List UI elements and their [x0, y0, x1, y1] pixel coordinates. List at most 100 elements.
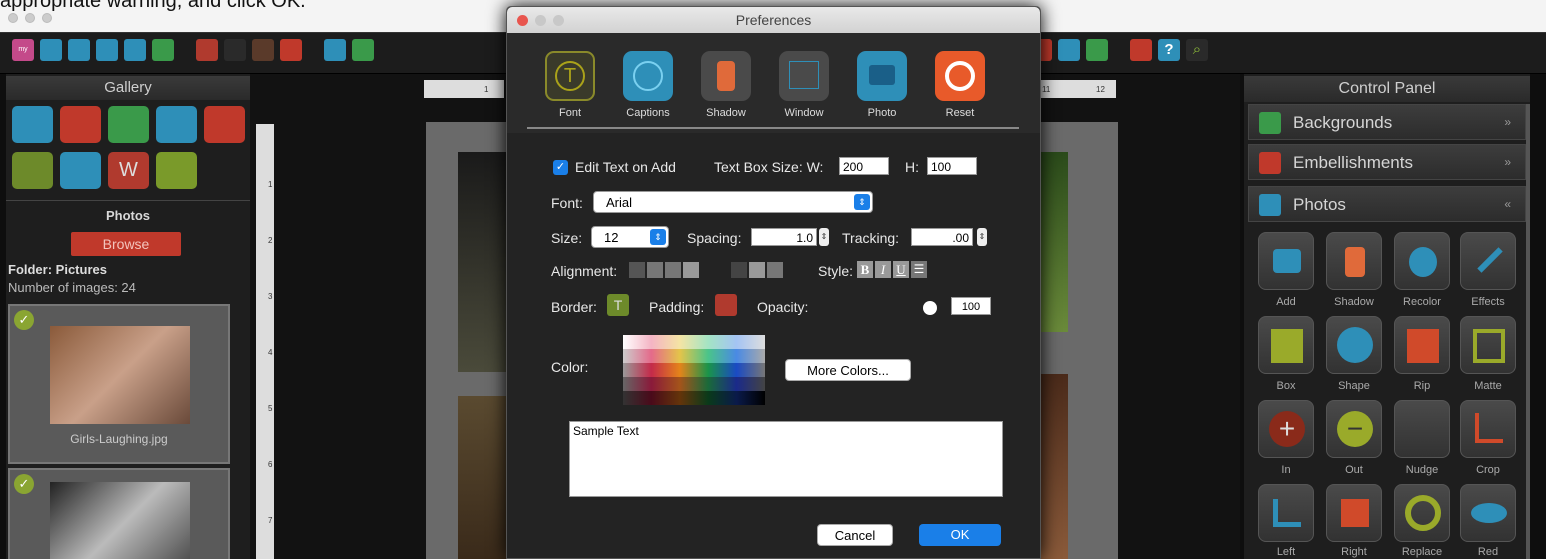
- collapse-icon[interactable]: «: [1504, 197, 1511, 211]
- red-eye-tool[interactable]: [1460, 484, 1516, 542]
- pages-icon[interactable]: [196, 39, 218, 61]
- zoom-out-tool[interactable]: −: [1326, 400, 1382, 458]
- tracking-field[interactable]: .00: [911, 228, 973, 246]
- photo-thumbnail[interactable]: ✓ Girls-Laughing.jpg: [8, 304, 230, 464]
- photo-tool-icon[interactable]: [324, 39, 346, 61]
- list-icon[interactable]: ☰: [911, 261, 927, 278]
- swatch-row[interactable]: [623, 349, 765, 363]
- print-icon[interactable]: [1086, 39, 1108, 61]
- shape-tool[interactable]: [1326, 316, 1382, 374]
- shadow-tool[interactable]: [1326, 232, 1382, 290]
- replace-tool[interactable]: [1394, 484, 1450, 542]
- help-icon[interactable]: ?: [1158, 39, 1180, 61]
- opacity-slider-knob[interactable]: [923, 301, 937, 315]
- cloud-icon[interactable]: [204, 106, 245, 143]
- photo-right-bottom[interactable]: [1038, 374, 1068, 559]
- cancel-button[interactable]: Cancel: [817, 524, 893, 546]
- add-page-icon[interactable]: [152, 39, 174, 61]
- template-icon[interactable]: [124, 39, 146, 61]
- layout-icon[interactable]: [96, 39, 118, 61]
- swatch-row[interactable]: [623, 377, 765, 391]
- shadow-tab-icon[interactable]: [701, 51, 751, 101]
- expand-icon[interactable]: »: [1504, 155, 1511, 169]
- document-icon[interactable]: [352, 39, 374, 61]
- flower-icon[interactable]: [60, 106, 101, 143]
- opacity-field[interactable]: 100: [951, 297, 991, 315]
- effects-tool[interactable]: [1460, 232, 1516, 290]
- photo-tab-icon[interactable]: [857, 51, 907, 101]
- tracking-stepper[interactable]: ⇕: [977, 228, 987, 246]
- open-folder-icon[interactable]: [40, 39, 62, 61]
- align-left-icon[interactable]: [629, 262, 645, 278]
- crop-tool[interactable]: [1460, 400, 1516, 458]
- add-photo-tool[interactable]: [1258, 232, 1314, 290]
- window-tab-icon[interactable]: [779, 51, 829, 101]
- spacing-field[interactable]: 1.0: [751, 228, 817, 246]
- minimize-dot[interactable]: [25, 13, 35, 23]
- photo-thumbnail[interactable]: ✓: [8, 468, 230, 559]
- close-dot[interactable]: [8, 13, 18, 23]
- scrollbar[interactable]: [1526, 104, 1530, 559]
- align-right-icon[interactable]: [665, 262, 681, 278]
- guides-icon[interactable]: [252, 39, 274, 61]
- butterfly-icon[interactable]: [60, 152, 101, 189]
- size-select[interactable]: 12 ⇕: [591, 226, 669, 248]
- box-tool[interactable]: [1258, 316, 1314, 374]
- tab-window[interactable]: Window: [769, 107, 839, 119]
- rip-tool[interactable]: [1394, 316, 1450, 374]
- image-icon[interactable]: [108, 106, 149, 143]
- tab-reset[interactable]: Reset: [925, 107, 995, 119]
- sample-text-area[interactable]: Sample Text: [569, 421, 1003, 497]
- star-icon[interactable]: [12, 152, 53, 189]
- swatch-row[interactable]: [623, 391, 765, 405]
- align-justify-icon[interactable]: [683, 262, 699, 278]
- section-embellishments[interactable]: Embellishments »: [1248, 144, 1526, 180]
- recolor-tool[interactable]: [1394, 232, 1450, 290]
- font-select[interactable]: Arial ⇕: [593, 191, 873, 213]
- my-icon[interactable]: my: [12, 39, 34, 61]
- align-center-icon[interactable]: [647, 262, 663, 278]
- italic-icon[interactable]: I: [875, 261, 891, 278]
- padding-button[interactable]: [715, 294, 737, 316]
- photo-left-top[interactable]: [458, 152, 508, 372]
- color-swatch-grid[interactable]: [623, 335, 765, 405]
- underline-icon[interactable]: U: [893, 261, 909, 278]
- zoom-in-tool[interactable]: +: [1258, 400, 1314, 458]
- browse-button[interactable]: Browse: [71, 232, 181, 256]
- rotate-right-tool[interactable]: [1326, 484, 1382, 542]
- align-bottom-icon[interactable]: [767, 262, 783, 278]
- matte-tool[interactable]: [1460, 316, 1516, 374]
- reset-tab-icon[interactable]: [935, 51, 985, 101]
- camera-icon[interactable]: [12, 106, 53, 143]
- crop-page-icon[interactable]: [280, 39, 302, 61]
- ok-button[interactable]: OK: [919, 524, 1001, 546]
- rotate-left-tool[interactable]: [1258, 484, 1314, 542]
- photo-right-top[interactable]: [1038, 152, 1068, 332]
- export-icon[interactable]: [1058, 39, 1080, 61]
- photo-left-bottom[interactable]: [458, 396, 508, 559]
- height-field[interactable]: 100: [927, 157, 977, 175]
- tab-captions[interactable]: Captions: [613, 107, 683, 119]
- zoom-dot[interactable]: [42, 13, 52, 23]
- more-colors-button[interactable]: More Colors...: [785, 359, 911, 381]
- font-tab-icon[interactable]: T: [545, 51, 595, 101]
- edit-text-checkbox[interactable]: ✓: [553, 160, 568, 175]
- blank-icon[interactable]: [224, 39, 246, 61]
- align-middle-icon[interactable]: [749, 262, 765, 278]
- width-field[interactable]: 200: [839, 157, 889, 175]
- tab-font[interactable]: Font: [535, 107, 605, 119]
- align-top-icon[interactable]: [731, 262, 747, 278]
- save-icon[interactable]: [68, 39, 90, 61]
- nudge-tool[interactable]: [1394, 400, 1450, 458]
- word-art-icon[interactable]: W: [108, 152, 149, 189]
- bold-icon[interactable]: B: [857, 261, 873, 278]
- swatch-row[interactable]: [623, 363, 765, 377]
- cloud-icon[interactable]: [1130, 39, 1152, 61]
- expand-icon[interactable]: »: [1504, 115, 1511, 129]
- search-icon[interactable]: ⌕: [1186, 39, 1208, 61]
- border-button[interactable]: T: [607, 294, 629, 316]
- frames-icon[interactable]: [156, 152, 197, 189]
- captions-tab-icon[interactable]: [623, 51, 673, 101]
- spacing-stepper[interactable]: ⇕: [819, 228, 829, 246]
- section-photos[interactable]: Photos «: [1248, 186, 1526, 222]
